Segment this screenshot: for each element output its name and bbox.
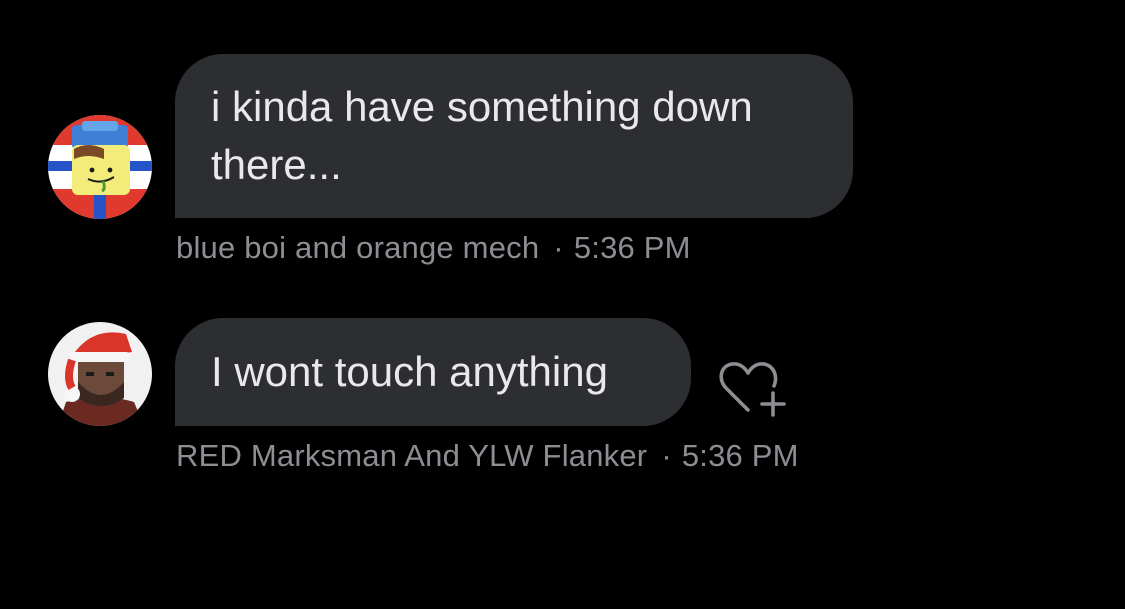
- message-bubble[interactable]: i kinda have something down there...: [175, 54, 853, 218]
- message-meta: RED Marksman And YLW Flanker · 5:36 PM: [176, 438, 799, 474]
- santa-avatar-image: [48, 322, 152, 426]
- blocky-avatar-image: [48, 115, 152, 219]
- meta-separator: ·: [553, 230, 564, 265]
- sender-name[interactable]: blue boi and orange mech: [176, 230, 539, 265]
- message-time: 5:36 PM: [681, 438, 799, 473]
- message-text: I wont touch anything: [211, 348, 608, 395]
- heart-plus-icon[interactable]: [716, 358, 788, 420]
- avatar-sender-1[interactable]: [48, 115, 152, 219]
- message-bubble[interactable]: I wont touch anything: [175, 318, 691, 426]
- avatar-sender-2[interactable]: [48, 322, 152, 426]
- meta-separator: ·: [661, 438, 672, 473]
- message-time: 5:36 PM: [573, 230, 691, 265]
- message-meta: blue boi and orange mech · 5:36 PM: [176, 230, 691, 266]
- message-text: i kinda have something down there...: [211, 83, 753, 188]
- sender-name[interactable]: RED Marksman And YLW Flanker: [176, 438, 647, 473]
